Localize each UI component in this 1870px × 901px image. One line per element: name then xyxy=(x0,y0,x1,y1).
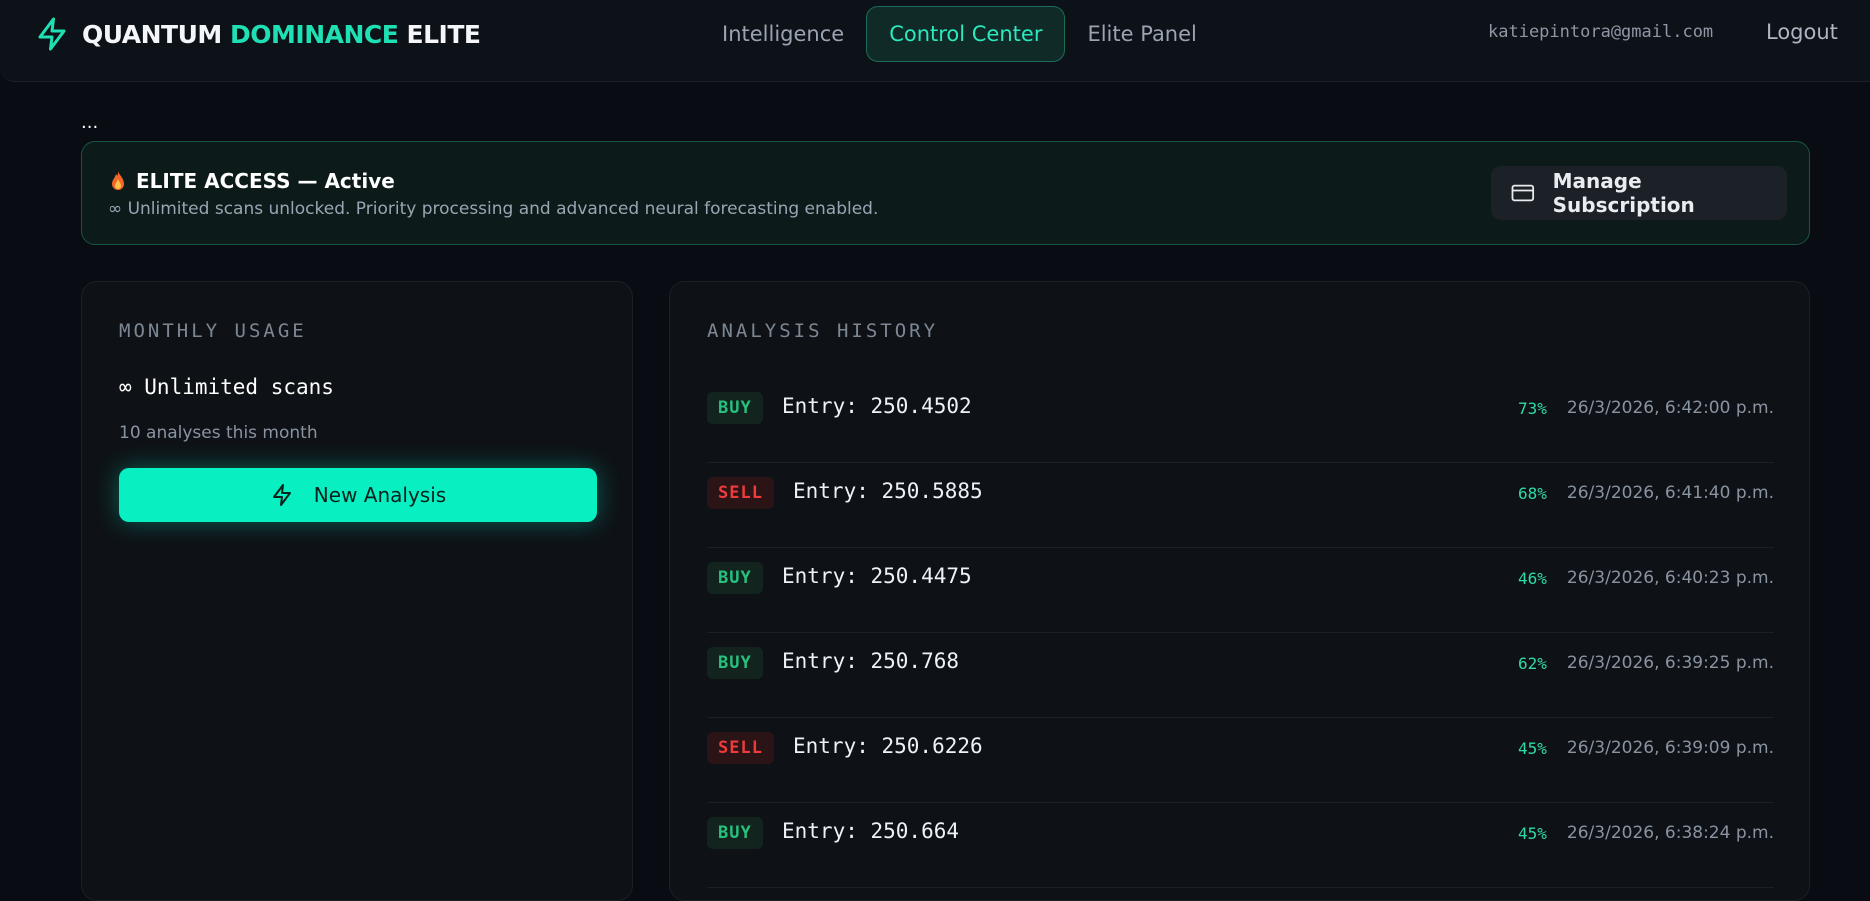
confidence-percent: 45% xyxy=(1518,738,1547,758)
row-meta: 73% 26/3/2026, 6:42:00 p.m. xyxy=(1518,398,1774,418)
nav-intelligence[interactable]: Intelligence xyxy=(700,6,866,62)
entry-price: Entry: 250.664 xyxy=(782,819,960,843)
history-row[interactable]: BUY Entry: 250.664 45% 26/3/2026, 6:38:2… xyxy=(707,803,1774,888)
confidence-percent: 68% xyxy=(1518,483,1547,503)
entry-price: Entry: 250.768 xyxy=(782,649,960,673)
logout-button[interactable]: Logout xyxy=(1766,20,1838,44)
manage-subscription-label: Manage Subscription xyxy=(1552,169,1695,217)
analysis-history-card: ANALYSIS HISTORY BUY Entry: 250.4502 73%… xyxy=(669,281,1810,901)
history-row[interactable]: SELL Entry: 250.6226 45% 26/3/2026, 6:39… xyxy=(707,718,1774,803)
confidence-percent: 46% xyxy=(1518,568,1547,588)
history-row[interactable]: BUY Entry: 250.768 62% 26/3/2026, 6:39:2… xyxy=(707,633,1774,718)
lightning-icon xyxy=(38,17,66,51)
entry-price: Entry: 250.6226 xyxy=(793,734,983,758)
row-meta: 46% 26/3/2026, 6:40:23 p.m. xyxy=(1518,568,1774,588)
user-email: katiepintora@gmail.com xyxy=(1488,22,1714,42)
timestamp: 26/3/2026, 6:41:40 p.m. xyxy=(1566,483,1774,503)
main-nav: Intelligence Control Center Elite Panel xyxy=(700,6,1219,62)
banner-title: ELITE ACCESS — Active xyxy=(110,169,395,193)
entry-price: Entry: 250.5885 xyxy=(793,479,983,503)
confidence-percent: 45% xyxy=(1518,823,1547,843)
monthly-usage-card: MONTHLY USAGE ∞ Unlimited scans 10 analy… xyxy=(81,281,633,901)
ellipsis-text: ... xyxy=(81,112,99,133)
confidence-percent: 62% xyxy=(1518,653,1547,673)
history-row[interactable]: SELL Entry: 250.5885 68% 26/3/2026, 6:41… xyxy=(707,463,1774,548)
sell-badge: SELL xyxy=(707,477,774,509)
brand-word-1: QUANTUM xyxy=(82,19,222,49)
sell-badge: SELL xyxy=(707,732,774,764)
banner-subtitle: ∞ Unlimited scans unlocked. Priority pro… xyxy=(108,199,879,219)
manage-subscription-button[interactable]: Manage Subscription xyxy=(1491,166,1787,220)
nav-elite-panel[interactable]: Elite Panel xyxy=(1065,6,1218,62)
row-meta: 45% 26/3/2026, 6:38:24 p.m. xyxy=(1518,823,1774,843)
lightning-icon xyxy=(272,484,291,506)
flame-icon xyxy=(112,171,124,190)
buy-badge: BUY xyxy=(707,562,763,594)
row-meta: 45% 26/3/2026, 6:39:09 p.m. xyxy=(1518,738,1774,758)
row-meta: 62% 26/3/2026, 6:39:25 p.m. xyxy=(1518,653,1774,673)
brand-word-3: ELITE xyxy=(406,19,481,49)
timestamp: 26/3/2026, 6:40:23 p.m. xyxy=(1566,568,1774,588)
new-analysis-button[interactable]: New Analysis xyxy=(119,468,597,522)
timestamp: 26/3/2026, 6:39:09 p.m. xyxy=(1566,738,1774,758)
buy-badge: BUY xyxy=(707,817,763,849)
top-navbar: QUANTUM DOMINANCE ELITE Intelligence Con… xyxy=(0,0,1870,82)
row-meta: 68% 26/3/2026, 6:41:40 p.m. xyxy=(1518,483,1774,503)
new-analysis-label: New Analysis xyxy=(313,483,447,507)
credit-card-icon xyxy=(1511,184,1535,202)
elite-access-banner: ELITE ACCESS — Active ∞ Unlimited scans … xyxy=(81,141,1810,245)
confidence-percent: 73% xyxy=(1518,398,1547,418)
analyses-count: 10 analyses this month xyxy=(119,423,318,443)
buy-badge: BUY xyxy=(707,392,763,424)
timestamp: 26/3/2026, 6:38:24 p.m. xyxy=(1566,823,1774,843)
brand-name: QUANTUM DOMINANCE ELITE xyxy=(82,20,481,49)
brand-word-2: DOMINANCE xyxy=(230,19,399,49)
history-row[interactable]: BUY Entry: 250.4502 73% 26/3/2026, 6:42:… xyxy=(707,378,1774,463)
history-row[interactable]: BUY Entry: 250.4475 46% 26/3/2026, 6:40:… xyxy=(707,548,1774,633)
banner-title-text: ELITE ACCESS — Active xyxy=(136,169,395,193)
analysis-history-heading: ANALYSIS HISTORY xyxy=(707,320,939,342)
unlimited-scans-text: ∞ Unlimited scans xyxy=(119,375,334,399)
timestamp: 26/3/2026, 6:39:25 p.m. xyxy=(1566,653,1774,673)
monthly-usage-heading: MONTHLY USAGE xyxy=(119,320,307,342)
entry-price: Entry: 250.4502 xyxy=(782,394,972,418)
brand-logo[interactable]: QUANTUM DOMINANCE ELITE xyxy=(34,14,481,54)
history-list: BUY Entry: 250.4502 73% 26/3/2026, 6:42:… xyxy=(707,378,1774,888)
nav-control-center[interactable]: Control Center xyxy=(866,6,1066,62)
timestamp: 26/3/2026, 6:42:00 p.m. xyxy=(1566,398,1774,418)
buy-badge: BUY xyxy=(707,647,763,679)
entry-price: Entry: 250.4475 xyxy=(782,564,972,588)
